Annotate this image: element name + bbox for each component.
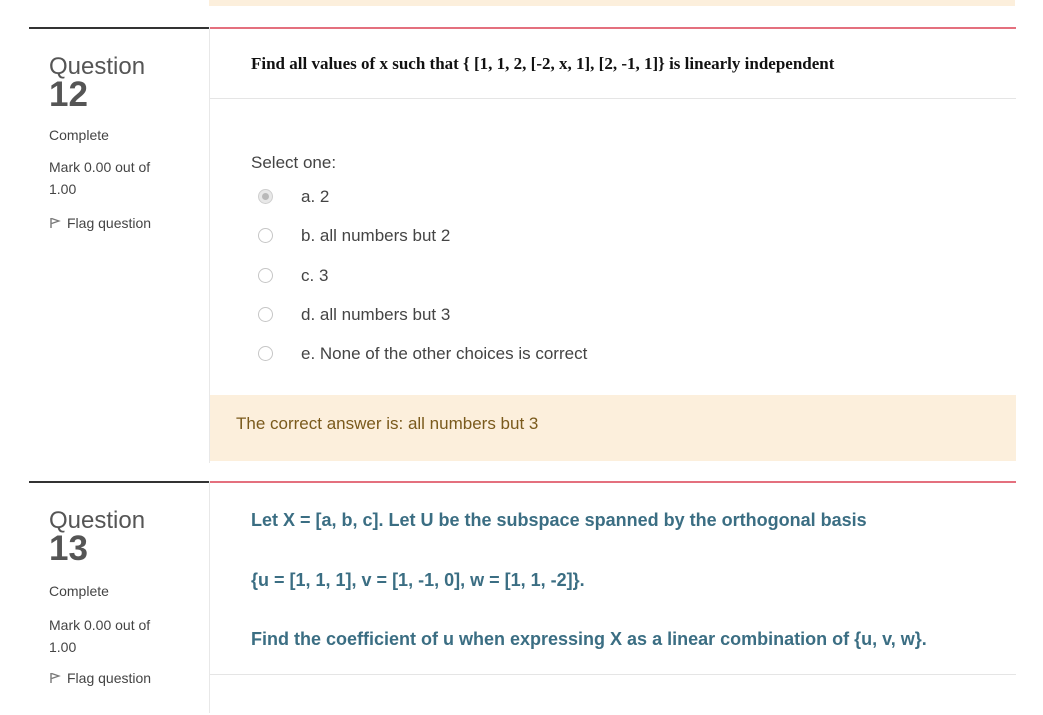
answer-option-e[interactable]: e. None of the other choices is correct <box>258 342 858 366</box>
answer-option-label: c. 3 <box>301 266 329 285</box>
flag-question-link[interactable]: Flag question <box>49 670 151 686</box>
answer-option-label: e. None of the other choices is correct <box>301 344 588 363</box>
answer-option-label: a. 2 <box>301 187 330 206</box>
question-text-line: {u = [1, 1, 1], v = [1, -1, 0], w = [1, … <box>251 570 585 590</box>
divider <box>210 98 1016 99</box>
radio-icon[interactable] <box>258 189 273 204</box>
question-content-12: Find all values of x such that { [1, 1, … <box>209 27 1016 463</box>
answer-option-b[interactable]: b. all numbers but 2 <box>258 224 858 248</box>
flag-question-link[interactable]: Flag question <box>49 215 151 231</box>
question-top-border <box>210 481 1016 483</box>
question-12: Question 12 Complete Mark 0.00 out of 1.… <box>0 27 1043 463</box>
flag-question-label: Flag question <box>67 215 152 231</box>
question-info-12: Question 12 Complete Mark 0.00 out of 1.… <box>29 27 209 465</box>
radio-icon[interactable] <box>258 268 273 283</box>
question-info-13: Question 13 Complete Mark 0.00 out of 1.… <box>29 481 209 715</box>
answer-option-label: d. all numbers but 3 <box>301 305 451 324</box>
question-grade: Mark 0.00 out of 1.00 <box>49 159 151 197</box>
radio-icon[interactable] <box>258 346 273 361</box>
question-text: Find all values of x such that { [1, 1, … <box>251 54 835 73</box>
flag-icon <box>49 216 61 228</box>
answer-option-d[interactable]: d. all numbers but 3 <box>258 303 858 327</box>
question-state: Complete <box>49 127 109 143</box>
divider <box>210 674 1016 675</box>
correct-answer-text: The correct answer is: all numbers but 3 <box>236 414 539 433</box>
question-text-line: Find the coefficient of u when expressin… <box>251 629 927 649</box>
answer-feedback: The correct answer is: all numbers but 3 <box>210 395 1016 461</box>
previous-feedback-strip <box>209 0 1015 6</box>
question-content-13: Let X = [a, b, c]. Let U be the subspace… <box>209 481 1016 713</box>
flag-icon <box>49 671 61 683</box>
answer-option-label: b. all numbers but 2 <box>301 226 451 245</box>
radio-icon[interactable] <box>258 307 273 322</box>
answer-option-a[interactable]: a. 2 <box>258 185 858 209</box>
question-number: 12 <box>49 75 88 114</box>
question-number: 13 <box>49 529 88 568</box>
select-one-prompt: Select one: <box>251 153 337 172</box>
question-13: Question 13 Complete Mark 0.00 out of 1.… <box>0 481 1043 713</box>
radio-icon[interactable] <box>258 228 273 243</box>
question-top-border <box>210 27 1016 29</box>
question-text-line: Let X = [a, b, c]. Let U be the subspace… <box>251 510 867 530</box>
question-state: Complete <box>49 583 109 599</box>
answer-option-c[interactable]: c. 3 <box>258 264 858 288</box>
flag-question-label: Flag question <box>67 670 152 686</box>
question-grade: Mark 0.00 out of 1.00 <box>49 617 151 655</box>
